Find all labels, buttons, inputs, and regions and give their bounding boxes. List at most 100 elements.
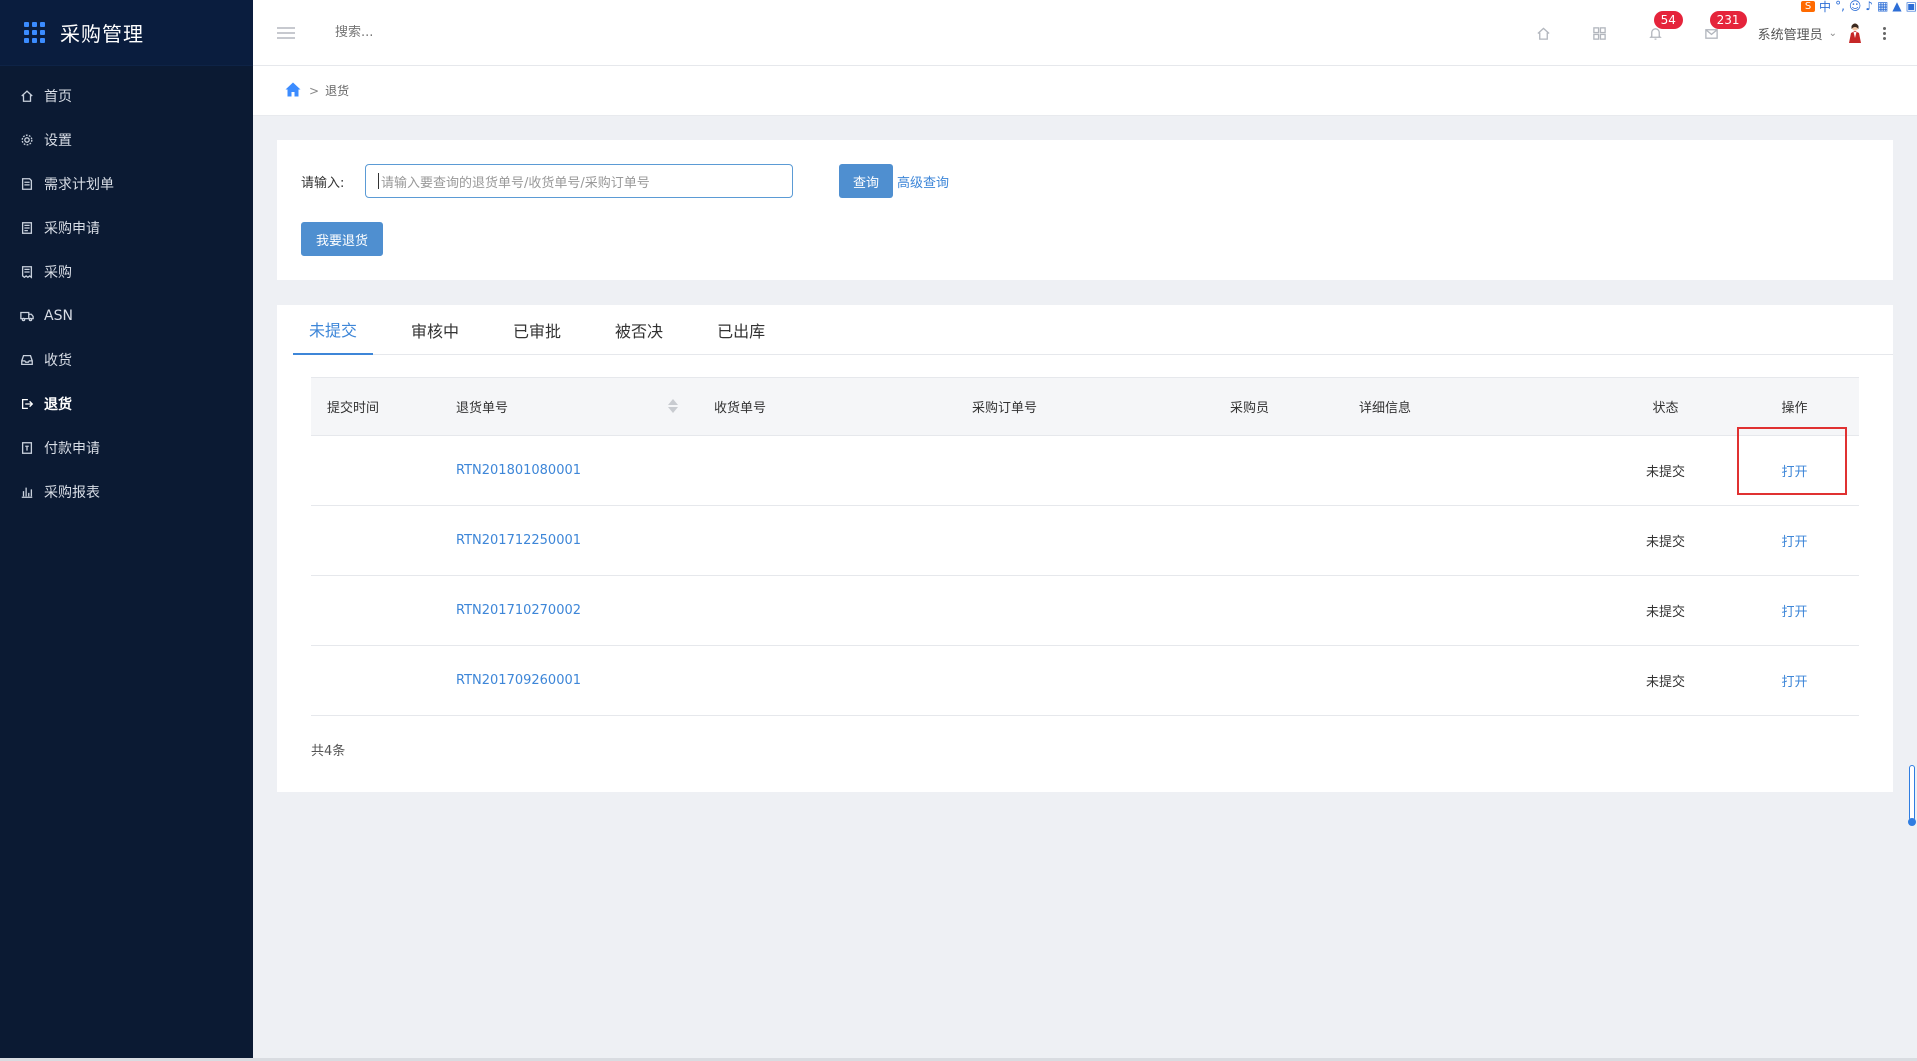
sidebar-item-receiving[interactable]: 收货 bbox=[0, 338, 253, 382]
cell-action: 打开 bbox=[1730, 531, 1859, 550]
open-link[interactable]: 打开 bbox=[1781, 605, 1807, 620]
cell-status: 未提交 bbox=[1645, 535, 1685, 550]
avatar bbox=[1849, 23, 1861, 43]
truck-icon bbox=[20, 309, 34, 323]
cell-action: 打开 bbox=[1730, 671, 1859, 690]
sidebar-item-label: 首页 bbox=[44, 89, 72, 105]
sidebar: 采购管理 首页 设置 需求计划单 采购申请 采购 ASN 收货 退货 付款申请 … bbox=[0, 0, 253, 1061]
inbox-icon bbox=[20, 353, 34, 367]
open-link[interactable]: 打开 bbox=[1781, 675, 1807, 690]
text-caret bbox=[378, 173, 379, 189]
return-search-input[interactable]: 请输入要查询的退货单号/收货单号/采购订单号 bbox=[365, 164, 793, 198]
return-no-link[interactable]: RTN201801080001 bbox=[440, 463, 698, 478]
sidebar-item-label: 需求计划单 bbox=[44, 177, 114, 193]
sidebar-item-purchase[interactable]: 采购 bbox=[0, 250, 253, 294]
create-return-button[interactable]: 我要退货 bbox=[301, 222, 383, 256]
highlight-box bbox=[1737, 427, 1847, 495]
table-row: RTN201712250001 未提交 打开 bbox=[311, 506, 1859, 576]
breadcrumb: > 退货 bbox=[253, 66, 1917, 116]
sidebar-menu: 首页 设置 需求计划单 采购申请 采购 ASN 收货 退货 付款申请 采购报表 bbox=[0, 66, 253, 514]
sidebar-item-payment-request[interactable]: 付款申请 bbox=[0, 426, 253, 470]
return-no-link[interactable]: RTN201710270002 bbox=[440, 603, 698, 618]
ime-language[interactable]: 中 bbox=[1819, 0, 1831, 15]
status-tabs: 未提交 审核中 已审批 被否决 已出库 bbox=[293, 305, 1893, 355]
sidebar-item-label: 设置 bbox=[44, 133, 72, 149]
ime-skin-icon: ▲ bbox=[1892, 0, 1902, 13]
col-action: 操作 bbox=[1781, 401, 1808, 416]
more-vertical-icon[interactable] bbox=[1883, 25, 1887, 42]
home-icon[interactable] bbox=[1534, 23, 1554, 43]
sidebar-item-home[interactable]: 首页 bbox=[0, 74, 253, 118]
ime-punct-icon: °, bbox=[1835, 0, 1845, 13]
open-link[interactable]: 打开 bbox=[1781, 535, 1807, 550]
breadcrumb-current: 退货 bbox=[325, 84, 350, 98]
message-badge: 231 bbox=[1709, 11, 1747, 29]
col-return-no-label: 退货单号 bbox=[456, 401, 509, 416]
home-icon[interactable] bbox=[285, 82, 301, 100]
global-search-input[interactable] bbox=[335, 25, 635, 40]
table-row: RTN201709260001 未提交 打开 bbox=[311, 646, 1859, 716]
clipboard-icon bbox=[20, 221, 34, 235]
sidebar-item-settings[interactable]: 设置 bbox=[0, 118, 253, 162]
return-no-link[interactable]: RTN201709260001 bbox=[440, 673, 698, 688]
sidebar-item-asn[interactable]: ASN bbox=[0, 294, 253, 338]
sidebar-item-label: 收货 bbox=[44, 353, 72, 369]
col-return-no[interactable]: 退货单号 bbox=[440, 397, 698, 416]
return-no-link[interactable]: RTN201712250001 bbox=[440, 533, 698, 548]
tab-rejected[interactable]: 被否决 bbox=[599, 305, 679, 355]
sidebar-item-demand-plan[interactable]: 需求计划单 bbox=[0, 162, 253, 206]
ime-grid-icon: ▣ bbox=[1905, 0, 1917, 13]
sidebar-item-label: 采购报表 bbox=[44, 485, 100, 501]
cell-status: 未提交 bbox=[1645, 605, 1685, 620]
advanced-search-link[interactable]: 高级查询 bbox=[897, 172, 949, 191]
sidebar-item-returns[interactable]: 退货 bbox=[0, 382, 253, 426]
ime-emoji-icon: ☺ bbox=[1848, 0, 1862, 13]
total-count: 共4条 bbox=[311, 744, 346, 759]
search-label: 请输入: bbox=[301, 176, 345, 191]
gear-icon bbox=[20, 133, 34, 147]
cell-status: 未提交 bbox=[1645, 675, 1685, 690]
menu-toggle-icon[interactable] bbox=[277, 24, 295, 42]
mail-icon[interactable]: 231 bbox=[1702, 11, 1747, 43]
col-buyer: 采购员 bbox=[1230, 401, 1270, 416]
col-status: 状态 bbox=[1652, 401, 1679, 416]
tab-not-submitted[interactable]: 未提交 bbox=[293, 305, 374, 355]
query-button[interactable]: 查询 bbox=[839, 164, 893, 198]
notification-badge: 54 bbox=[1653, 11, 1683, 29]
col-detail: 详细信息 bbox=[1359, 401, 1412, 416]
sidebar-item-label: ASN bbox=[44, 308, 73, 324]
apps-icon[interactable] bbox=[1590, 23, 1610, 43]
bell-icon[interactable]: 54 bbox=[1646, 11, 1683, 43]
receipt-icon bbox=[20, 265, 34, 279]
apps-grid-icon[interactable] bbox=[24, 21, 46, 44]
sogou-icon: S bbox=[1801, 0, 1816, 12]
sidebar-item-label: 采购申请 bbox=[44, 221, 100, 237]
ime-keyboard-icon: ▦ bbox=[1877, 0, 1889, 13]
sidebar-item-purchase-request[interactable]: 采购申请 bbox=[0, 206, 253, 250]
tab-approved[interactable]: 已审批 bbox=[497, 305, 577, 355]
top-bar: 54 231 系统管理员 ⌄ S 中 °, ☺ ♪ ▦ ▲ ▣ bbox=[253, 0, 1917, 66]
sidebar-item-reports[interactable]: 采购报表 bbox=[0, 470, 253, 514]
cell-action: 打开 bbox=[1730, 427, 1859, 495]
ime-mic-icon: ♪ bbox=[1865, 0, 1874, 13]
search-placeholder: 请输入要查询的退货单号/收货单号/采购订单号 bbox=[381, 175, 650, 191]
tab-under-review[interactable]: 审核中 bbox=[395, 305, 475, 355]
sidebar-item-label: 退货 bbox=[44, 397, 72, 413]
scrollbar-thumb[interactable] bbox=[1908, 765, 1916, 826]
table-header: 提交时间 退货单号 收货单号 采购订单号 采购员 详细信息 状态 操作 bbox=[311, 378, 1859, 436]
table-row: RTN201801080001 未提交 打开 bbox=[311, 427, 1859, 506]
user-menu[interactable]: 系统管理员 ⌄ bbox=[1758, 22, 1863, 44]
sort-icon[interactable] bbox=[668, 399, 678, 413]
search-panel: 请输入: 请输入要查询的退货单号/收货单号/采购订单号 查询 高级查询 我要退货 bbox=[277, 140, 1893, 280]
cell-action: 打开 bbox=[1730, 601, 1859, 620]
col-po-no: 采购订单号 bbox=[972, 401, 1038, 416]
col-submit-time: 提交时间 bbox=[327, 401, 380, 416]
col-receipt-no: 收货单号 bbox=[714, 401, 767, 416]
payment-icon bbox=[20, 441, 34, 455]
brand: 采购管理 bbox=[0, 0, 253, 66]
table-row: RTN201710270002 未提交 打开 bbox=[311, 576, 1859, 646]
document-icon bbox=[20, 177, 34, 191]
chevron-down-icon: ⌄ bbox=[1828, 27, 1837, 39]
breadcrumb-separator: > bbox=[309, 83, 320, 98]
tab-shipped-out[interactable]: 已出库 bbox=[701, 305, 781, 355]
